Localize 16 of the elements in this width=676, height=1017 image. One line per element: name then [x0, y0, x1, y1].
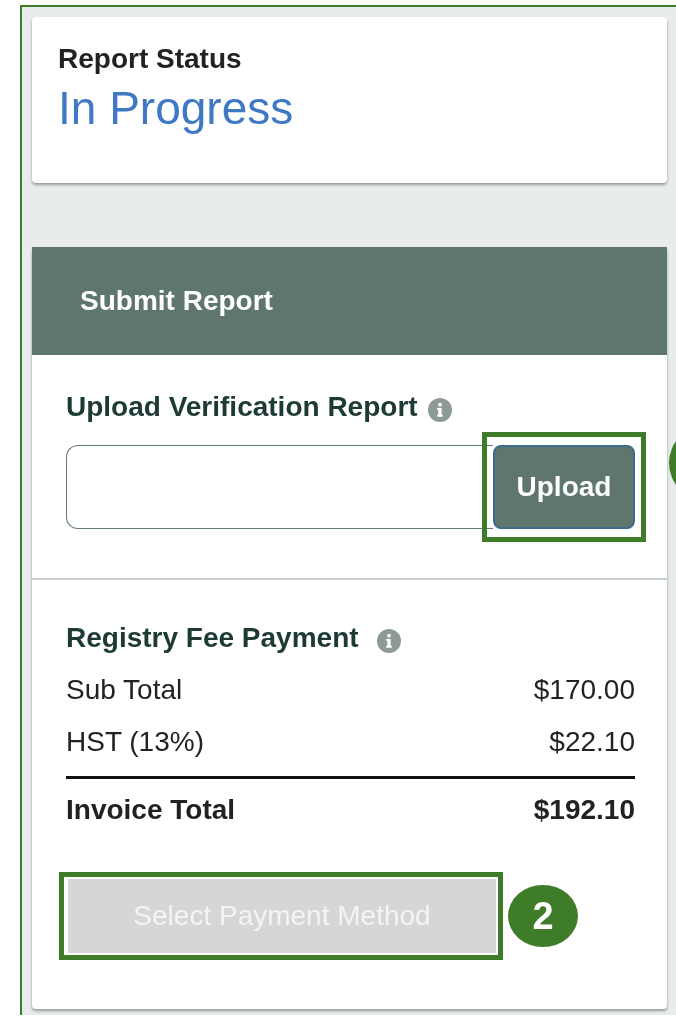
status-label: Report Status — [58, 43, 243, 75]
upload-button[interactable]: Upload — [493, 445, 635, 529]
section-label: Registry Fee Payment — [66, 622, 359, 654]
fee-amount: $22.10 — [549, 726, 635, 758]
fee-label: Sub Total — [66, 674, 183, 706]
info-icon[interactable] — [376, 629, 401, 653]
section-label: Upload Verification Report — [66, 391, 418, 423]
fee-label: HST (13%) — [66, 726, 204, 758]
file-input-field[interactable] — [66, 445, 493, 529]
panel-header: Submit Report — [32, 247, 667, 355]
fee-amount: $192.10 — [533, 794, 635, 826]
callout-badge: 2 — [508, 885, 578, 947]
status-value: In Progress — [58, 81, 295, 135]
fee-label: Invoice Total — [66, 794, 236, 826]
fee-amount: $170.00 — [533, 674, 635, 706]
info-icon[interactable] — [427, 398, 452, 422]
